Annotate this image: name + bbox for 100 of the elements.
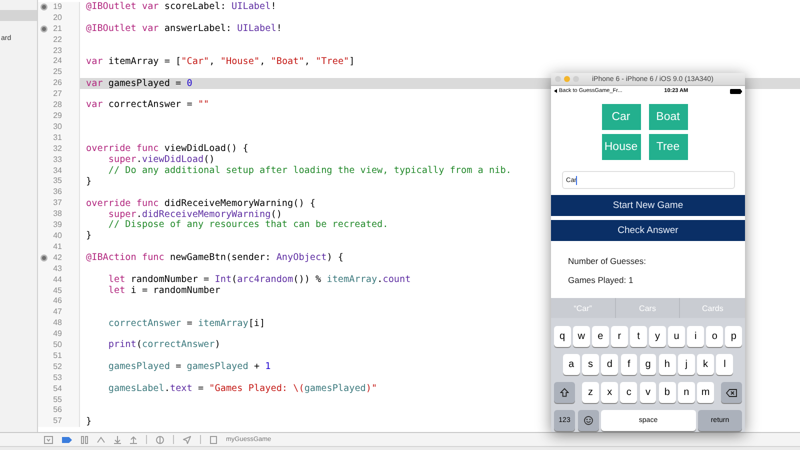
keyboard-key[interactable]: g [640,354,656,375]
keyboard-key[interactable]: i [687,326,704,347]
battery-icon [730,88,742,94]
line-number: 47 [53,308,62,316]
line-number: 51 [53,352,62,360]
line-number: 20 [53,14,62,22]
line-number: 30 [53,122,62,131]
line-number: 26 [53,79,62,88]
smiley-face-icon [584,416,592,425]
line-number: 57 [53,417,62,426]
breakpoint-icon[interactable] [62,436,72,442]
line-number: 24 [53,57,62,66]
code-line: var itemArray = ["Car", "House", "Boat", "Tree"] [86,56,355,66]
code-line: } [86,416,92,426]
start-game-button[interactable]: Start New Game [551,195,745,216]
line-number: 38 [53,210,62,218]
window-minimize-button[interactable] [564,76,570,82]
delete-key[interactable] [721,382,742,403]
hide-console-icon[interactable] [44,436,53,444]
emoji-key[interactable] [578,410,598,431]
keyboard-key[interactable]: n [678,382,695,403]
line-number: 39 [53,221,62,230]
keyboard-key[interactable]: w [573,326,590,347]
line-number: 40 [53,232,62,240]
line-number: 29 [53,112,62,120]
line-number: 21 [53,24,62,33]
line-number: 53 [53,374,62,382]
location-arrow-icon[interactable] [183,436,191,444]
line-number: 43 [53,264,62,273]
step-into-icon[interactable] [114,436,121,444]
code-line: correctAnswer = itemArray[i] [107,318,266,328]
code-line: @IBOutlet var scoreLabel: UILabel! [86,2,276,12]
keyboard-key[interactable]: o [706,326,723,347]
code-line: var correctAnswer = "" [86,100,210,110]
code-line: override func viewDidLoad() { [86,144,248,154]
keyboard-key[interactable]: v [640,382,656,403]
code-line: super.didReceiveMemoryWarning() [107,210,282,219]
line-number: 55 [53,396,62,404]
keyboard-key[interactable]: z [582,382,599,403]
line-number: 49 [53,330,62,338]
step-out-icon[interactable] [130,436,137,444]
line-number: 23 [53,46,62,55]
keyboard-key[interactable]: m [697,382,714,403]
line-number: 50 [53,341,62,350]
code-line: let i = randomNumber [107,286,220,296]
keyboard-key[interactable]: r [611,326,628,347]
code-line: print(correctAnswer) [107,340,220,350]
stat-label: Games Played: 1 [568,275,634,285]
code-line: let randomNumber = Int(arc4random()) % itemArray.count [107,274,411,284]
line-number: 36 [53,188,62,196]
keyboard-key[interactable]: s [582,354,599,375]
back-arrow-icon[interactable] [554,89,557,93]
keyboard-key[interactable]: q [554,326,571,347]
code-line: gamesPlayed = gamesPlayed + 1 [107,362,271,372]
stat-label: Number of Guesses: [568,256,647,266]
shift-key[interactable] [554,382,575,403]
line-number: 27 [53,90,62,98]
line-number: 22 [53,36,62,44]
keyboard-key[interactable]: t [630,326,647,347]
code-line: } [86,231,92,241]
code-line: super.viewDidLoad() [107,154,215,164]
line-number: 52 [53,362,62,371]
line-number: 28 [53,101,62,110]
line-number: 33 [53,156,62,164]
code-line: gamesLabel.text = "Games Played: \(gamesPlayed)" [107,384,378,394]
keyboard-key[interactable]: y [649,326,666,347]
line-number: 44 [53,276,62,284]
keyboard-key[interactable]: e [592,326,609,347]
code-line: @IBAction func newGameBtn(sender: AnyObject) { [86,253,344,262]
keyboard-key[interactable]: f [620,354,638,375]
view-hierarchy-icon[interactable] [156,436,164,444]
code-line: // Dispose of any resources that can be recreated. [107,220,388,230]
keyboard-key[interactable]: d [601,354,618,375]
line-number: 35 [53,177,62,186]
code-line: @IBOutlet var answerLabel: UILabel! [86,24,282,34]
line-number: 54 [53,384,62,393]
pause-icon[interactable] [81,436,88,444]
line-number: 56 [53,406,62,414]
line-number: 32 [53,144,62,153]
keyboard-key[interactable]: l [716,354,734,375]
step-over-icon[interactable] [97,436,105,443]
keyboard-key[interactable]: j [678,354,695,375]
code-line: // Do any additional setup after loading the view, typically from a nib. [107,166,512,176]
keyboard-key[interactable]: u [668,326,685,347]
keyboard-key[interactable]: p [725,326,742,347]
line-number: 42 [53,254,62,262]
check-answer-button[interactable]: Check Answer [551,220,745,241]
keyboard-key[interactable]: h [658,354,676,375]
code-line: } [86,176,92,186]
keyboard-key[interactable]: x [601,382,618,403]
keyboard-key[interactable]: c [620,382,638,403]
line-number: 25 [53,68,62,76]
line-number: 41 [53,242,62,251]
code-line: override func didReceiveMemoryWarning() { [86,198,316,208]
app-target-icon [210,436,217,444]
keyboard-key[interactable]: b [658,382,676,403]
keyboard-key[interactable]: a [563,354,580,375]
line-number: 46 [53,297,62,306]
keyboard-key[interactable]: k [697,354,714,375]
text-cursor [576,176,578,184]
